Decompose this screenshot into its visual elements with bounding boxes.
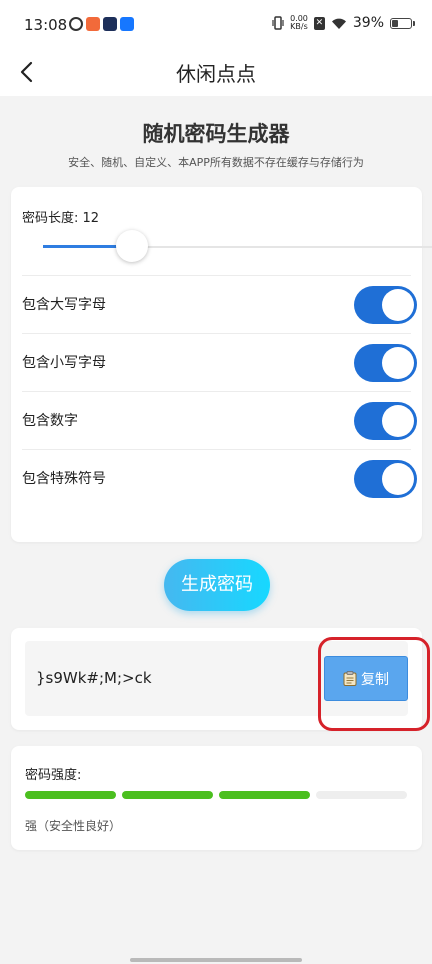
notification-app-icon: [69, 17, 83, 31]
strength-label: 密码强度:: [25, 768, 82, 783]
notification-app-icon: [103, 17, 117, 31]
option-row-uppercase: 包含大写字母: [22, 276, 417, 334]
network-speed-unit: KB/s: [290, 22, 308, 31]
strength-bar-segment: [316, 791, 407, 799]
numbers-toggle[interactable]: [354, 402, 417, 440]
generated-password: }s9Wk#;M;>ck: [36, 669, 152, 687]
strength-bar-segment: [25, 791, 116, 799]
page-title: 随机密码生成器: [142, 122, 290, 146]
notification-app-icon: [86, 17, 100, 31]
lowercase-toggle[interactable]: [354, 344, 417, 382]
option-row-lowercase: 包含小写字母: [22, 334, 417, 392]
wifi-icon: [331, 18, 346, 29]
battery-icon: [390, 17, 415, 29]
option-label: 包含小写字母: [22, 355, 106, 371]
option-label: 包含特殊符号: [22, 471, 106, 487]
uppercase-toggle[interactable]: [354, 286, 417, 324]
strength-bar-segment: [122, 791, 213, 799]
copy-button-label: 复制: [361, 671, 389, 688]
alipay-icon: [120, 17, 134, 31]
strength-bar-segment: [219, 791, 310, 799]
result-card: }s9Wk#;M;>ck 复制: [11, 628, 422, 730]
nav-title: 休闲点点: [176, 62, 256, 86]
status-time: 13:08: [24, 16, 68, 34]
network-speed: 0.00 KB/s: [290, 15, 308, 31]
vibrate-icon: [272, 16, 284, 30]
copy-button[interactable]: 复制: [324, 656, 408, 701]
option-label: 包含数字: [22, 413, 78, 429]
status-indicators: 0.00 KB/s ✕ 39%: [272, 15, 415, 31]
password-length-label: 密码长度: 12: [22, 211, 100, 226]
strength-card: 密码强度: 强（安全性良好）: [11, 746, 422, 850]
status-app-icons: [69, 17, 134, 31]
option-label: 包含大写字母: [22, 297, 106, 313]
symbols-toggle[interactable]: [354, 460, 417, 498]
option-row-symbols: 包含特殊符号: [22, 450, 417, 508]
home-indicator[interactable]: [130, 958, 302, 962]
clipboard-icon: [343, 671, 357, 686]
length-slider-thumb[interactable]: [116, 230, 148, 262]
battery-percent: 39%: [352, 15, 384, 31]
no-sim-icon: ✕: [313, 16, 325, 30]
password-result-box: }s9Wk#;M;>ck 复制: [25, 641, 408, 716]
generate-password-button[interactable]: 生成密码: [164, 559, 270, 611]
strength-description: 强（安全性良好）: [25, 819, 122, 833]
option-row-numbers: 包含数字: [22, 392, 417, 450]
page-subtitle: 安全、随机、自定义、本APP所有数据不存在缓存与存储行为: [68, 156, 364, 169]
nav-bar: 休闲点点: [0, 48, 432, 96]
options-card: 密码长度: 12 包含大写字母 包含小写字母 包含数字 包含特殊符号: [11, 187, 432, 542]
status-bar: 13:08 0.00 KB/s ✕ 39%: [0, 0, 432, 48]
